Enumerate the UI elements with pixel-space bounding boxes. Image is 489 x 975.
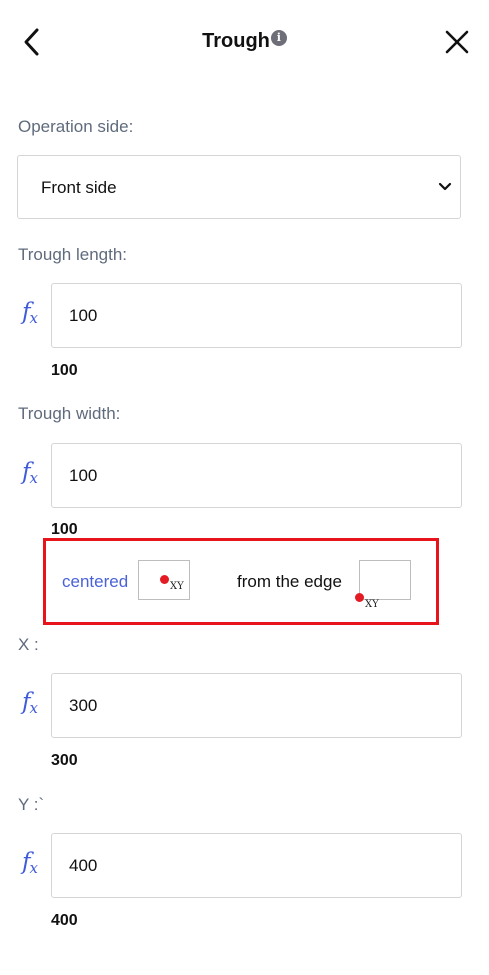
reference-point-dot [355, 593, 364, 602]
xy-label: XY [365, 599, 379, 610]
trough-length-label: Trough length: [18, 245, 127, 264]
page-title: Trough [202, 30, 270, 52]
operation-side-select[interactable]: Front side [17, 155, 461, 219]
edge-option-label[interactable]: from the edge [237, 572, 342, 592]
trough-width-input[interactable]: 100 [51, 443, 462, 508]
header: Trough i [0, 0, 489, 90]
centered-position-option[interactable]: XY [138, 560, 190, 600]
x-result: 300 [51, 752, 78, 769]
x-input[interactable]: 300 [51, 673, 462, 738]
formula-icon[interactable]: fx [22, 849, 38, 877]
trough-width-label: Trough width: [18, 404, 121, 423]
chevron-down-icon [438, 182, 452, 191]
xy-label: XY [170, 581, 184, 592]
info-icon[interactable]: i [270, 30, 287, 46]
operation-side-value: Front side [41, 178, 117, 197]
y-input[interactable]: 400 [51, 833, 462, 898]
formula-icon[interactable]: fx [22, 689, 38, 717]
centered-option-label[interactable]: centered [62, 572, 128, 592]
y-label: Y :` [18, 795, 45, 814]
reference-point-dot [160, 575, 169, 584]
edge-position-option[interactable]: XY [355, 560, 411, 610]
operation-side-label: Operation side: [18, 117, 134, 136]
x-label: X : [18, 635, 39, 654]
close-icon [445, 30, 469, 54]
formula-icon[interactable]: fx [22, 459, 38, 487]
trough-width-result: 100 [51, 521, 78, 538]
trough-length-result: 100 [51, 362, 78, 379]
formula-icon[interactable]: fx [22, 299, 38, 327]
trough-length-input[interactable]: 100 [51, 283, 462, 348]
y-result: 400 [51, 912, 78, 929]
close-button[interactable] [441, 26, 473, 58]
